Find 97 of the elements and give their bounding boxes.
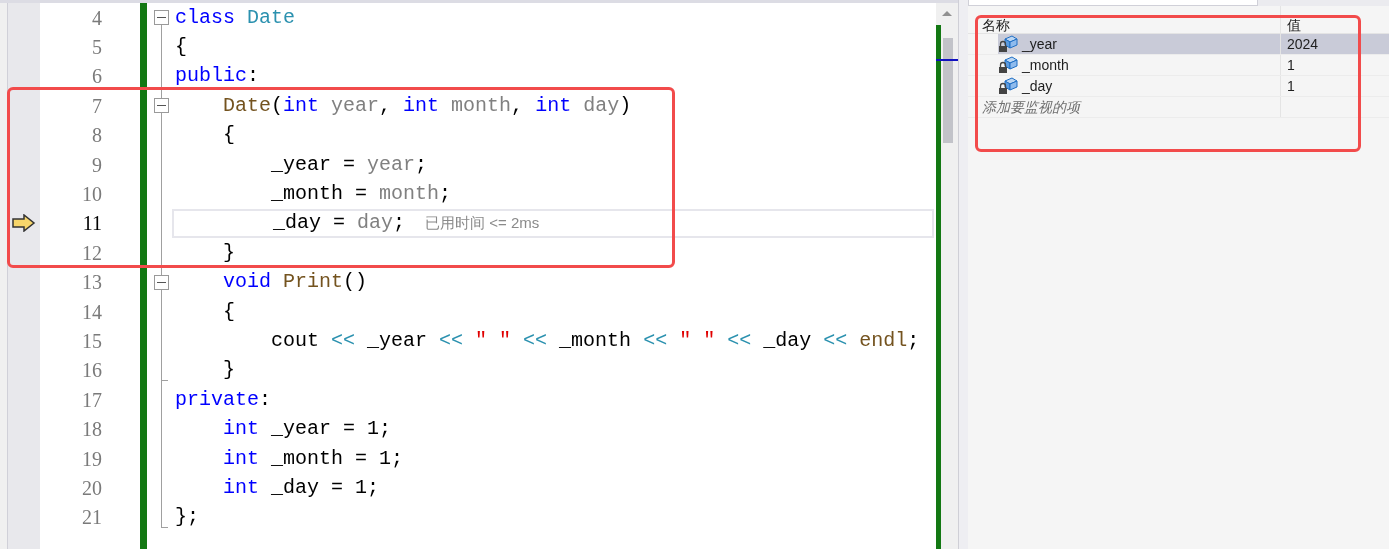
code-token: << bbox=[643, 328, 669, 354]
code-token: month bbox=[379, 181, 440, 208]
collapse-icon[interactable] bbox=[154, 10, 169, 25]
code-token: << bbox=[331, 328, 357, 354]
code-token: " " bbox=[475, 328, 513, 354]
code-token: month bbox=[451, 92, 512, 119]
code-token: Date bbox=[247, 4, 296, 31]
code-token: _month = bbox=[270, 181, 369, 208]
code-token: , bbox=[511, 92, 525, 119]
code-token: () bbox=[343, 269, 368, 296]
code-token: ) bbox=[619, 92, 632, 119]
code-token: ; bbox=[439, 181, 452, 208]
add-watch-placeholder[interactable]: 添加要监视的项 bbox=[982, 96, 1080, 118]
watch-value: 1 bbox=[1287, 55, 1295, 75]
code-token: _year bbox=[367, 328, 429, 354]
code-token: year bbox=[331, 92, 380, 119]
watch-name: _day bbox=[1022, 76, 1053, 96]
line-number: 5 bbox=[92, 35, 102, 60]
line-number: 12 bbox=[82, 240, 102, 265]
code-token: ; bbox=[415, 151, 428, 178]
code-token: { bbox=[222, 298, 235, 325]
code-token: { bbox=[222, 122, 235, 149]
code-token: _month bbox=[559, 328, 633, 354]
watch-name: _year bbox=[1022, 34, 1058, 54]
code-token: Print bbox=[283, 269, 344, 296]
code-token: private bbox=[175, 386, 259, 413]
collapse-icon[interactable] bbox=[154, 98, 169, 114]
line-number: 7 bbox=[92, 93, 102, 118]
line-number: 11 bbox=[82, 211, 102, 236]
line-number: 21 bbox=[82, 505, 102, 530]
line-number: 15 bbox=[82, 329, 102, 353]
code-token: << bbox=[823, 328, 849, 354]
code-token: : bbox=[259, 386, 272, 413]
line-number: 13 bbox=[82, 270, 102, 295]
code-token: void bbox=[222, 269, 272, 296]
column-header[interactable]: 值 bbox=[1287, 18, 1301, 32]
vertical-scrollbar[interactable] bbox=[936, 3, 958, 549]
code-token: ( bbox=[271, 92, 284, 119]
code-token: _day bbox=[763, 328, 813, 354]
line-number: 19 bbox=[82, 446, 102, 471]
private-field-icon bbox=[998, 77, 1018, 95]
caret-position-marker bbox=[936, 59, 958, 61]
code-token: ; bbox=[393, 210, 406, 237]
code-token: year bbox=[367, 151, 416, 178]
code-token: class bbox=[175, 4, 236, 31]
code-token: : bbox=[247, 63, 260, 90]
code-token: ; bbox=[907, 328, 920, 354]
line-number: 4 bbox=[92, 5, 102, 30]
column-header[interactable]: 名称 bbox=[982, 18, 1010, 32]
code-token: int bbox=[222, 416, 260, 443]
private-field-icon bbox=[998, 35, 1018, 53]
line-number: 20 bbox=[82, 475, 102, 500]
private-field-icon bbox=[998, 56, 1018, 74]
line-number: 10 bbox=[82, 182, 102, 207]
code-token: Date bbox=[222, 92, 271, 119]
code-token: int bbox=[222, 445, 260, 472]
code-token: { bbox=[175, 34, 187, 61]
code-token: } bbox=[222, 239, 235, 266]
watch-value: 2024 bbox=[1287, 34, 1319, 54]
code-token: int bbox=[222, 474, 260, 501]
watch-row[interactable]: _year bbox=[998, 34, 1280, 54]
code-token: << bbox=[523, 328, 549, 354]
line-number: 17 bbox=[82, 387, 102, 412]
code-token: day bbox=[357, 210, 394, 237]
watch-row[interactable]: _month bbox=[998, 55, 1280, 75]
code-token: _year = bbox=[270, 151, 357, 178]
code-token: int bbox=[535, 92, 573, 119]
line-number: 6 bbox=[92, 64, 102, 89]
watch-name: _month bbox=[1022, 55, 1069, 75]
code-token: _day = 1; bbox=[271, 474, 380, 501]
line-number: 18 bbox=[82, 417, 102, 442]
code-token: << bbox=[727, 328, 753, 354]
watch-value: 1 bbox=[1287, 76, 1295, 96]
code-token: endl bbox=[859, 328, 908, 354]
code-token: }; bbox=[175, 504, 199, 531]
code-token: } bbox=[222, 357, 235, 384]
code-token: int bbox=[403, 92, 441, 119]
code-token: " " bbox=[679, 328, 717, 354]
elapsed-time-hint: 已用时间 <= 2ms bbox=[425, 213, 540, 234]
scroll-up-icon[interactable] bbox=[941, 9, 953, 17]
code-token: << bbox=[439, 328, 465, 354]
code-token: int bbox=[283, 92, 321, 119]
code-token: _month = 1; bbox=[271, 445, 404, 472]
line-number: 9 bbox=[92, 152, 102, 177]
line-number: 16 bbox=[82, 358, 102, 383]
line-number: 14 bbox=[82, 299, 102, 324]
code-token: public bbox=[175, 63, 247, 90]
code-token: _year = 1; bbox=[271, 416, 392, 443]
code-token: , bbox=[379, 92, 393, 119]
code-token: day bbox=[583, 92, 620, 119]
code-token: _day = bbox=[272, 210, 347, 237]
code-token: cout bbox=[270, 328, 321, 354]
scroll-thumb[interactable] bbox=[943, 38, 953, 143]
line-number: 8 bbox=[92, 123, 102, 148]
text-field[interactable] bbox=[968, 0, 1258, 6]
collapse-icon[interactable] bbox=[154, 274, 169, 290]
watch-row[interactable]: _day bbox=[998, 76, 1280, 96]
